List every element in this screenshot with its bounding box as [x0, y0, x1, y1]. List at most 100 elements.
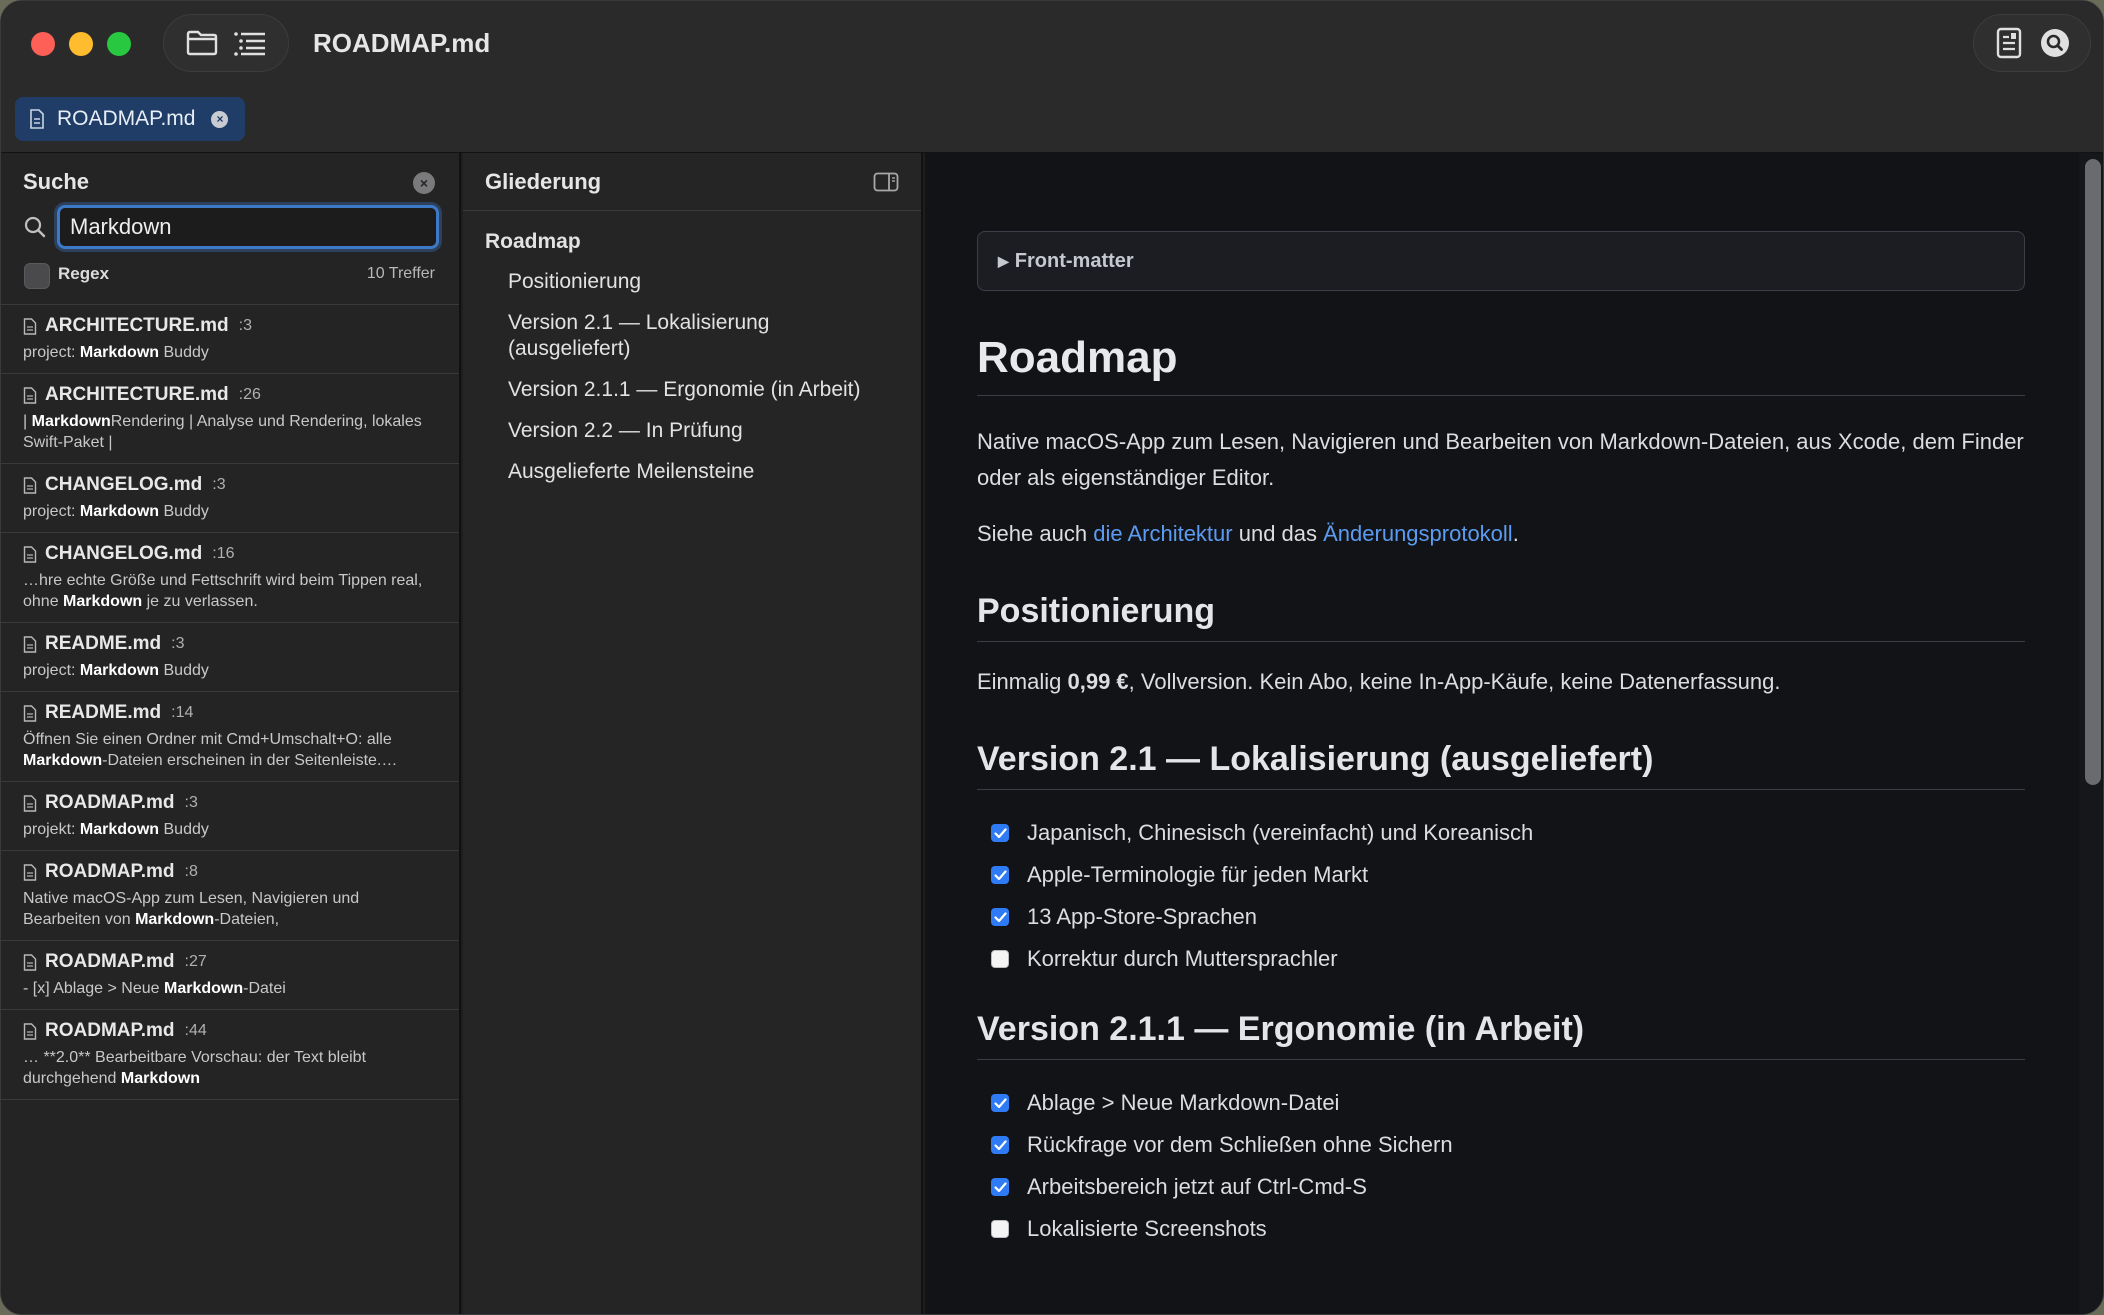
result-snippet: Öffnen Sie einen Ordner mit Cmd+Umschalt… — [23, 731, 398, 769]
changelog-link[interactable]: Änderungsprotokoll — [1323, 521, 1513, 546]
tab-roadmap[interactable]: ROADMAP.md × — [15, 97, 245, 141]
result-header: ROADMAP.md:44 — [23, 1020, 437, 1042]
see-also-suffix: . — [1512, 521, 1519, 546]
task-item: Arbeitsbereich jetzt auf Ctrl-Cmd-S — [991, 1166, 2025, 1208]
checked-checkbox[interactable] — [991, 1136, 1009, 1154]
result-header: ROADMAP.md:8 — [23, 861, 437, 883]
titlebar: ROADMAP.md — [1, 1, 2103, 87]
task-item: Ablage > Neue Markdown-Datei — [991, 1082, 2025, 1124]
result-line: :14 — [171, 704, 194, 721]
sidebar-toggle-button[interactable] — [873, 172, 899, 197]
search-close-button[interactable]: × — [413, 172, 435, 194]
document-icon — [23, 386, 37, 404]
task-label: 13 App-Store-Sprachen — [1027, 904, 1257, 929]
scrollbar-track[interactable] — [2079, 153, 2103, 1314]
outline-panel: Gliederung Roadmap Positionierung Version … — [463, 153, 923, 1314]
result-header: README.md:14 — [23, 702, 437, 724]
document-view: ▶ Front-matter Roadmap Native macOS-App … — [925, 153, 2103, 1314]
document-icon — [23, 953, 37, 971]
unchecked-checkbox[interactable] — [991, 950, 1009, 968]
task-item: Korrektur durch Muttersprachler — [991, 938, 2025, 980]
app-window: ROADMAP.md ROADMAP.md × Suche × Markdown… — [0, 0, 2104, 1315]
checked-checkbox[interactable] — [991, 824, 1009, 842]
checked-checkbox[interactable] — [991, 1178, 1009, 1196]
minimize-window-button[interactable] — [69, 32, 93, 56]
task-item: 13 App-Store-Sprachen — [991, 896, 2025, 938]
checkmark-icon — [993, 1181, 1007, 1192]
list-icon — [234, 32, 265, 56]
see-also-middle: und das — [1232, 521, 1324, 546]
tab-close-button[interactable]: × — [211, 110, 229, 128]
document-icon — [30, 109, 44, 129]
search-icon — [2041, 29, 2069, 57]
result-snippet: … **2.0** Bearbeitbare Vorschau: der Tex… — [23, 1049, 367, 1087]
checked-checkbox[interactable] — [991, 866, 1009, 884]
search-result[interactable]: ROADMAP.md:27 - [x] Ablage > Neue Markdow… — [1, 941, 459, 1010]
document-icon — [23, 794, 37, 812]
architecture-link[interactable]: die Architektur — [1093, 521, 1232, 546]
outline-item[interactable]: Version 2.1.1 — Ergonomie (in Arbeit) — [463, 371, 921, 409]
sidebar-right-icon — [873, 172, 899, 192]
search-result[interactable]: README.md:3 project: Markdown Buddy — [1, 623, 459, 692]
zoom-window-button[interactable] — [107, 32, 131, 56]
search-result[interactable]: README.md:14 Öffnen Sie einen Ordner mit … — [1, 692, 459, 782]
search-header: Suche × Regex 10 Treffer — [1, 153, 459, 305]
regex-checkbox[interactable] — [24, 263, 50, 289]
document-content: Roadmap Native macOS-App zum Lesen, Navi… — [977, 333, 2025, 1250]
frontmatter-disclosure[interactable]: ▶ Front-matter — [977, 231, 2025, 291]
checkmark-icon — [993, 827, 1007, 838]
document-icon — [23, 863, 37, 881]
outline-item[interactable]: Version 2.2 — In Prüfung — [463, 412, 921, 450]
outline-item[interactable]: Version 2.1 — Lokalisierung (ausgeliefer… — [463, 304, 921, 368]
magnifier-icon — [24, 216, 46, 238]
search-result[interactable]: ARCHITECTURE.md:3 project: Markdown Buddy — [1, 305, 459, 374]
result-line: :26 — [238, 386, 261, 403]
close-window-button[interactable] — [31, 32, 55, 56]
task-label: Arbeitsbereich jetzt auf Ctrl-Cmd-S — [1027, 1174, 1367, 1199]
search-input[interactable] — [57, 205, 439, 249]
price: 0,99 € — [1067, 669, 1129, 694]
checked-checkbox[interactable] — [991, 1094, 1009, 1112]
result-file: ROADMAP.md — [45, 1020, 175, 1041]
task-label: Apple-Terminologie für jeden Markt — [1027, 862, 1369, 887]
regex-label: Regex — [58, 264, 110, 283]
result-file: README.md — [45, 633, 162, 654]
task-label: Japanisch, Chinesisch (vereinfacht) und … — [1027, 820, 1534, 845]
document-icon — [23, 317, 37, 335]
result-line: :27 — [184, 953, 207, 970]
search-result[interactable]: ROADMAP.md:8 Native macOS-App zum Lesen, … — [1, 851, 459, 941]
document-info-button[interactable] — [1989, 23, 2029, 63]
search-result[interactable]: ROADMAP.md:44 … **2.0** Bearbeitbare Vors… — [1, 1010, 459, 1100]
search-result[interactable]: CHANGELOG.md:16 …hre echte Größe und Fett… — [1, 533, 459, 623]
task-label: Lokalisierte Screenshots — [1027, 1216, 1267, 1241]
tab-label: ROADMAP.md — [57, 107, 196, 130]
task-item: Rückfrage vor dem Schließen ohne Sichern — [991, 1124, 2025, 1166]
toolbar-left-group — [163, 14, 289, 72]
result-snippet: | MarkdownRendering | Analyse und Render… — [23, 413, 422, 451]
task-list-v211: Ablage > Neue Markdown-Datei Rückfrage vo… — [977, 1082, 2025, 1250]
folder-button[interactable] — [182, 23, 222, 63]
outline-button[interactable] — [230, 23, 270, 63]
search-toggle-button[interactable] — [2035, 23, 2075, 63]
search-result[interactable]: ROADMAP.md:3 projekt: Markdown Buddy — [1, 782, 459, 851]
scrollbar-thumb[interactable] — [2085, 159, 2101, 785]
result-line: :8 — [184, 863, 198, 880]
task-label: Rückfrage vor dem Schließen ohne Sichern — [1027, 1132, 1453, 1157]
outline-item[interactable]: Positionierung — [463, 263, 921, 301]
document-icon — [23, 476, 37, 494]
unchecked-checkbox[interactable] — [991, 1220, 1009, 1238]
outline-item[interactable]: Roadmap — [463, 223, 921, 261]
checked-checkbox[interactable] — [991, 908, 1009, 926]
task-label: Ablage > Neue Markdown-Datei — [1027, 1090, 1340, 1115]
folder-icon — [186, 30, 218, 56]
outline-list: Roadmap Positionierung Version 2.1 — Lokal… — [463, 211, 921, 491]
result-file: ARCHITECTURE.md — [45, 315, 229, 336]
search-result[interactable]: CHANGELOG.md:3 project: Markdown Buddy — [1, 464, 459, 533]
task-label: Korrektur durch Muttersprachler — [1027, 946, 1338, 971]
result-header: ROADMAP.md:3 — [23, 792, 437, 814]
search-result[interactable]: ARCHITECTURE.md:26 | MarkdownRendering | … — [1, 374, 459, 464]
outline-item[interactable]: Ausgelieferte Meilensteine — [463, 453, 921, 491]
result-snippet: projekt: Markdown Buddy — [23, 821, 209, 838]
result-snippet: …hre echte Größe und Fettschrift wird be… — [23, 572, 423, 610]
result-line: :3 — [238, 317, 253, 334]
